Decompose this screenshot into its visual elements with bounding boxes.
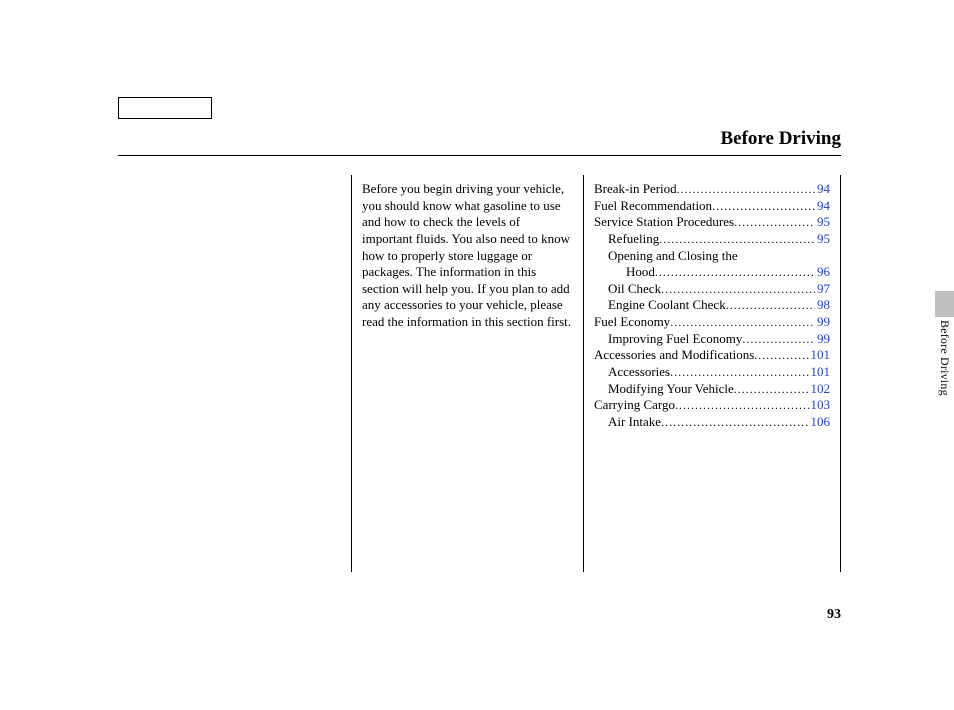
toc-entry-page-link[interactable]: 95 [815,214,830,231]
toc-entry-page-link[interactable]: 99 [815,331,830,348]
section-title: Before Driving [118,128,841,156]
toc-entry-label: Refueling [608,231,659,248]
intro-paragraph: Before you begin driving your vehicle, y… [362,181,573,331]
intro-column: Before you begin driving your vehicle, y… [351,175,583,572]
toc-entry[interactable]: Fuel Economy 99 [594,314,830,331]
toc-dots [659,232,815,247]
toc-entry[interactable]: Hood 96 [594,264,830,281]
toc-entry[interactable]: Carrying Cargo 103 [594,397,830,414]
toc-dots [661,282,815,297]
toc-dots [712,199,815,214]
toc-entry[interactable]: Improving Fuel Economy 99 [594,331,830,348]
toc-entry[interactable]: Refueling 95 [594,231,830,248]
toc-entry-label: Oil Check [608,281,661,298]
toc-dots [675,398,809,413]
toc-dots [670,365,808,380]
toc-dots [655,265,815,280]
toc-entry-page-link[interactable]: 98 [815,297,830,314]
toc-entry[interactable]: Engine Coolant Check 98 [594,297,830,314]
toc-entry-label: Air Intake [608,414,661,431]
toc-entry-page-link[interactable]: 99 [815,314,830,331]
toc-entry-page-link[interactable]: 101 [809,347,831,364]
toc-entry-label: Improving Fuel Economy [608,331,742,348]
toc-entry-label: Break-in Period [594,181,677,198]
toc-entry-label: Fuel Recommendation [594,198,712,215]
toc-entry[interactable]: Oil Check 97 [594,281,830,298]
toc-entry[interactable]: Accessories 101 [594,364,830,381]
toc-entry-page-link[interactable]: 106 [809,414,831,431]
toc-dots [677,182,815,197]
toc-entry[interactable]: Modifying Your Vehicle 102 [594,381,830,398]
toc-entry[interactable]: Air Intake 106 [594,414,830,431]
toc-entry[interactable]: Accessories and Modifications 101 [594,347,830,364]
toc-entry-page-link[interactable]: 94 [815,181,830,198]
toc-entry-page-link[interactable]: 97 [815,281,830,298]
toc-column: Break-in Period 94Fuel Recommendation 94… [583,175,841,572]
logo-placeholder-box [118,97,212,119]
toc-entry-label: Modifying Your Vehicle [608,381,734,398]
toc-entry-page-link[interactable]: 101 [809,364,831,381]
toc-dots [726,298,815,313]
page-number: 93 [827,607,841,623]
toc-entry-label: Accessories and Modifications [594,347,754,364]
toc-entry-label: Hood [626,264,655,281]
toc-dots [734,215,815,230]
toc-entry-page-link[interactable]: 95 [815,231,830,248]
section-title-block: Before Driving [118,128,841,156]
toc-dots [734,382,809,397]
toc-dots [670,315,815,330]
toc-entry-page-link[interactable]: 103 [809,397,831,414]
toc-entry-label: Carrying Cargo [594,397,675,414]
toc-entry-page-link[interactable]: 96 [815,264,830,281]
toc-entry-label: Accessories [608,364,670,381]
toc-entry[interactable]: Break-in Period 94 [594,181,830,198]
toc-entry-label: Service Station Procedures [594,214,734,231]
toc-entry-label: Engine Coolant Check [608,297,726,314]
toc-entry-page-link[interactable]: 94 [815,198,830,215]
section-vertical-label: Before Driving [936,320,952,440]
toc-entry[interactable]: Fuel Recommendation 94 [594,198,830,215]
toc-entry-label: Opening and Closing the [608,248,738,265]
content-columns: Before you begin driving your vehicle, y… [351,175,841,572]
toc-entry[interactable]: Service Station Procedures 95 [594,214,830,231]
section-thumb-tab [935,291,954,317]
toc-entry-page-link[interactable]: 102 [809,381,831,398]
toc-entry-label: Fuel Economy [594,314,670,331]
section-title-rule [118,155,841,156]
toc-dots [742,332,815,347]
toc-entry: Opening and Closing the [594,248,830,265]
toc-dots [754,348,808,363]
toc-dots [661,415,808,430]
manual-page: Before Driving Before Driving Before you… [0,0,954,710]
